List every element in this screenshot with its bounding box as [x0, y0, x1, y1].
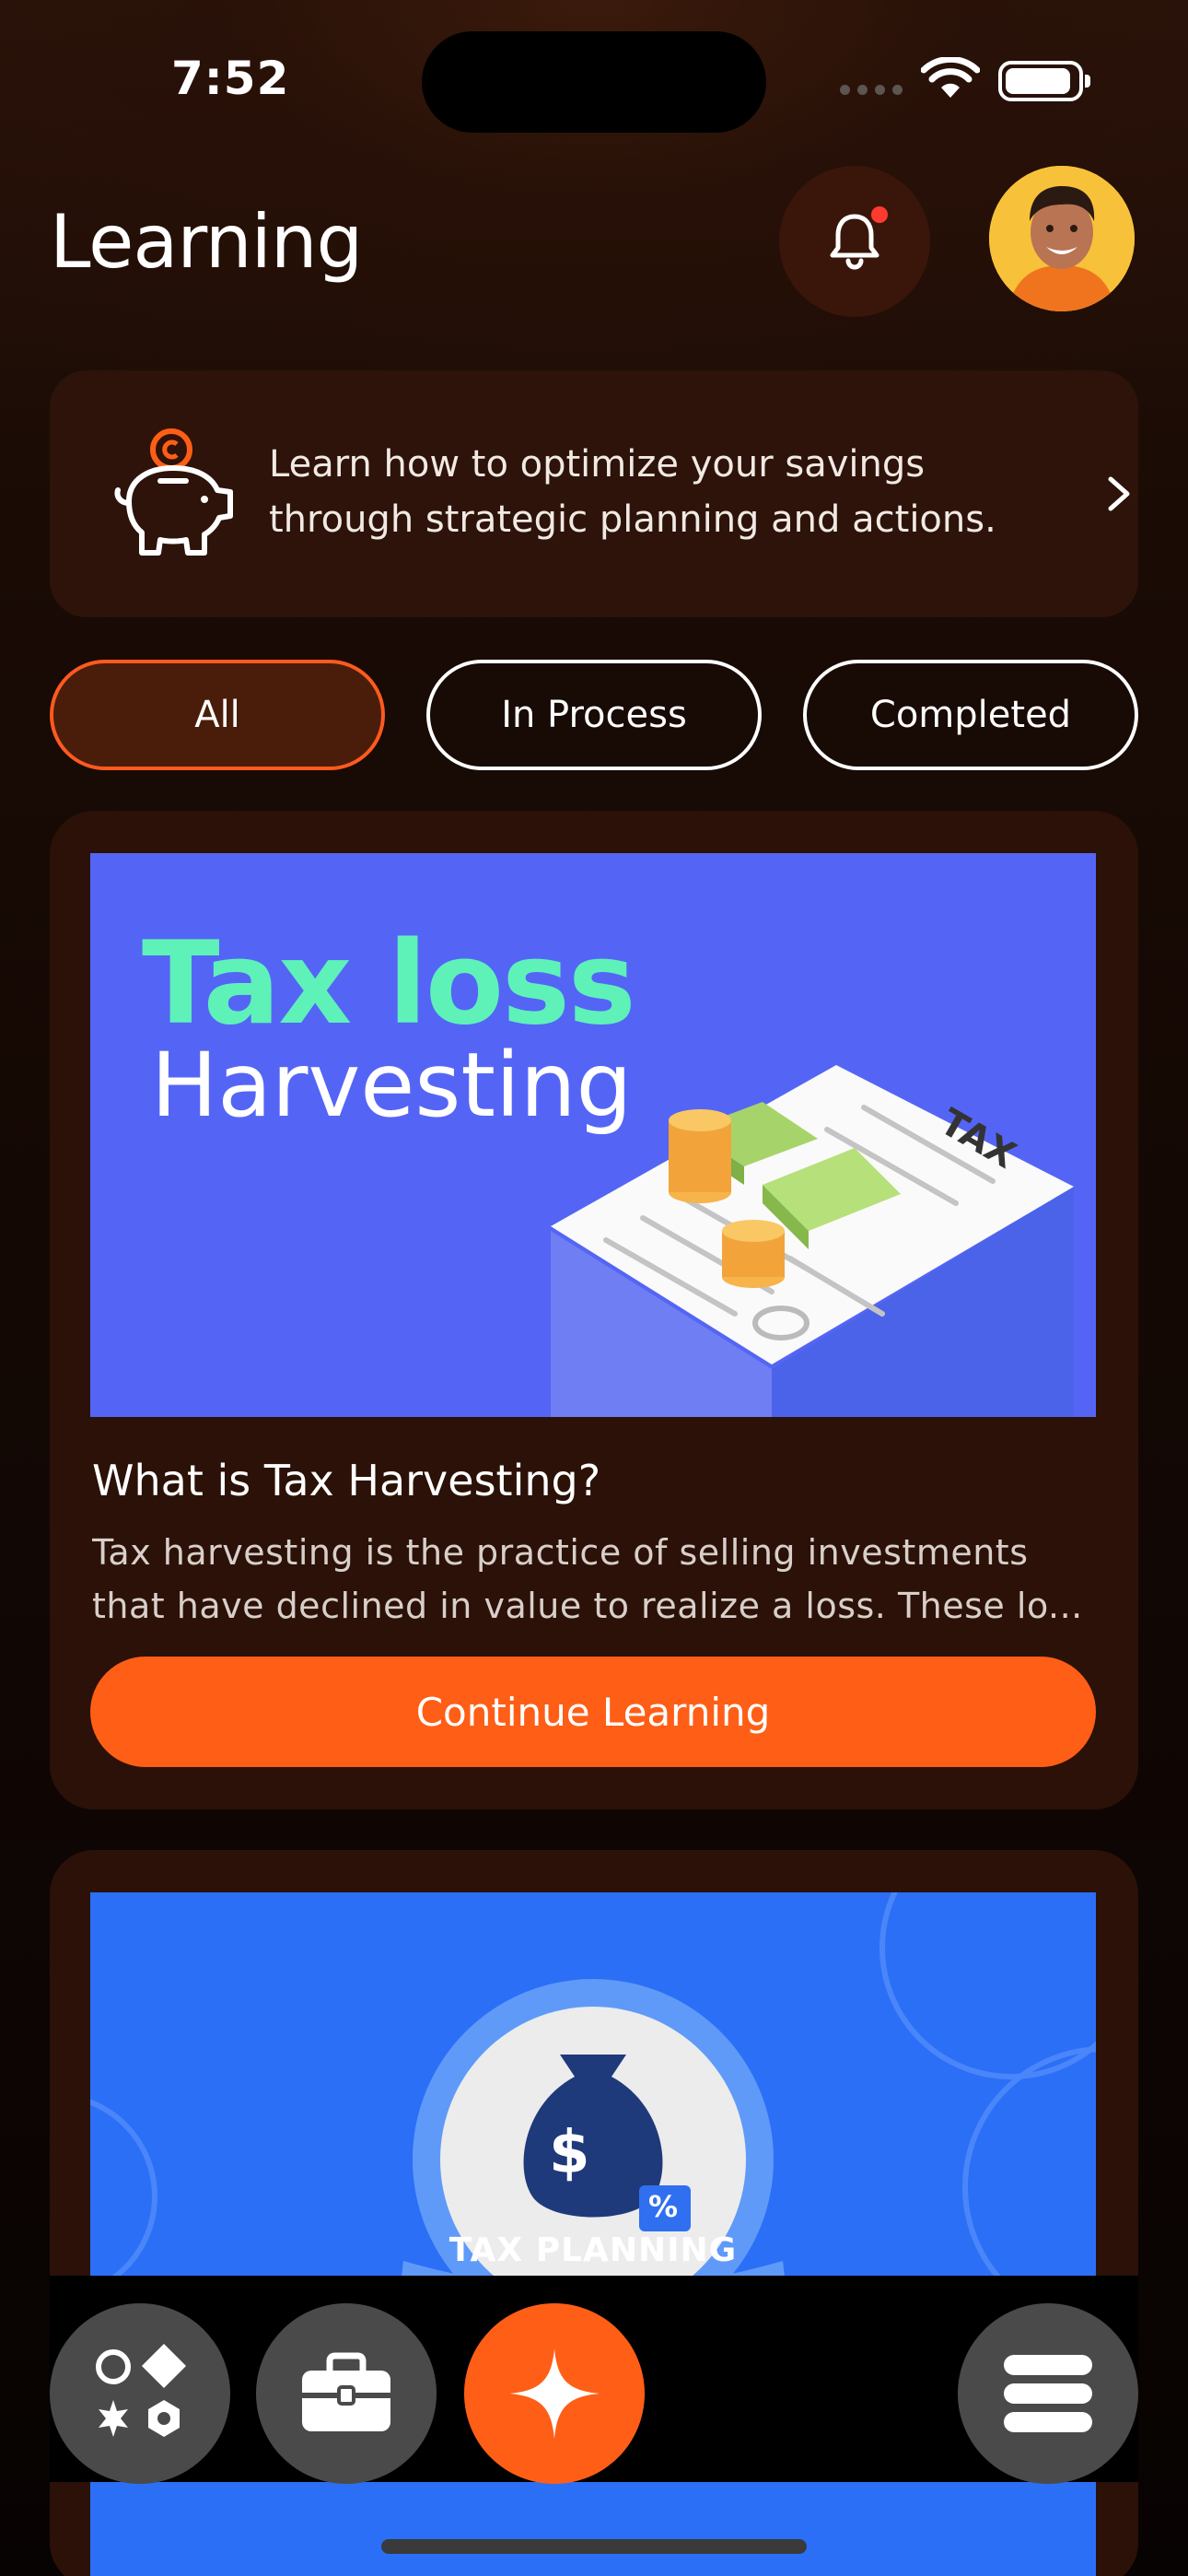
course-card[interactable]: Tax loss Harvesting TAX What is Tax Harv… [50, 811, 1138, 1809]
percent-symbol: % [648, 2189, 679, 2224]
tab-in-process[interactable]: In Process [426, 660, 762, 770]
chevron-right-icon [1108, 476, 1130, 511]
nav-portfolio-button[interactable] [256, 2303, 437, 2484]
tax-planning-label: TAX PLANNING [448, 2231, 738, 2269]
wifi-icon [921, 57, 980, 98]
page-title: Learning [50, 199, 363, 285]
learning-screen: 7:52 Learning Learn how to optimize your… [0, 0, 1188, 2576]
apps-icon [96, 2343, 187, 2437]
dynamic-island [422, 31, 766, 133]
course-banner-image: Tax loss Harvesting TAX [90, 853, 1096, 1417]
savings-promo-card[interactable]: Learn how to optimize your savings throu… [50, 370, 1138, 617]
avatar-image [989, 166, 1135, 311]
notifications-button[interactable] [779, 166, 930, 317]
tab-completed[interactable]: Completed [803, 660, 1138, 770]
home-indicator[interactable] [381, 2539, 807, 2554]
briefcase-icon [302, 2352, 390, 2431]
status-time: 7:52 [171, 52, 290, 105]
sparkle-icon [509, 2348, 600, 2439]
notification-dot [871, 206, 888, 223]
battery-icon [998, 61, 1090, 101]
dollar-symbol: $ [549, 2119, 590, 2187]
nav-ai-button[interactable] [464, 2303, 645, 2484]
tab-all[interactable]: All [50, 660, 385, 770]
nav-menu-button[interactable] [958, 2303, 1138, 2484]
cellular-signal-icon [840, 85, 903, 95]
continue-learning-button[interactable]: Continue Learning [90, 1657, 1096, 1767]
nav-apps-button[interactable] [50, 2303, 230, 2484]
avatar[interactable] [989, 166, 1135, 311]
tax-document-illustration: TAX [551, 1065, 1074, 1417]
promo-text: Learn how to optimize your savings throu… [269, 443, 996, 541]
piggy-bank-icon [114, 428, 233, 556]
course-title: What is Tax Harvesting? [92, 1456, 601, 1505]
menu-icon [1004, 2355, 1092, 2432]
course-description: Tax harvesting is the practice of sellin… [92, 1532, 1083, 1626]
